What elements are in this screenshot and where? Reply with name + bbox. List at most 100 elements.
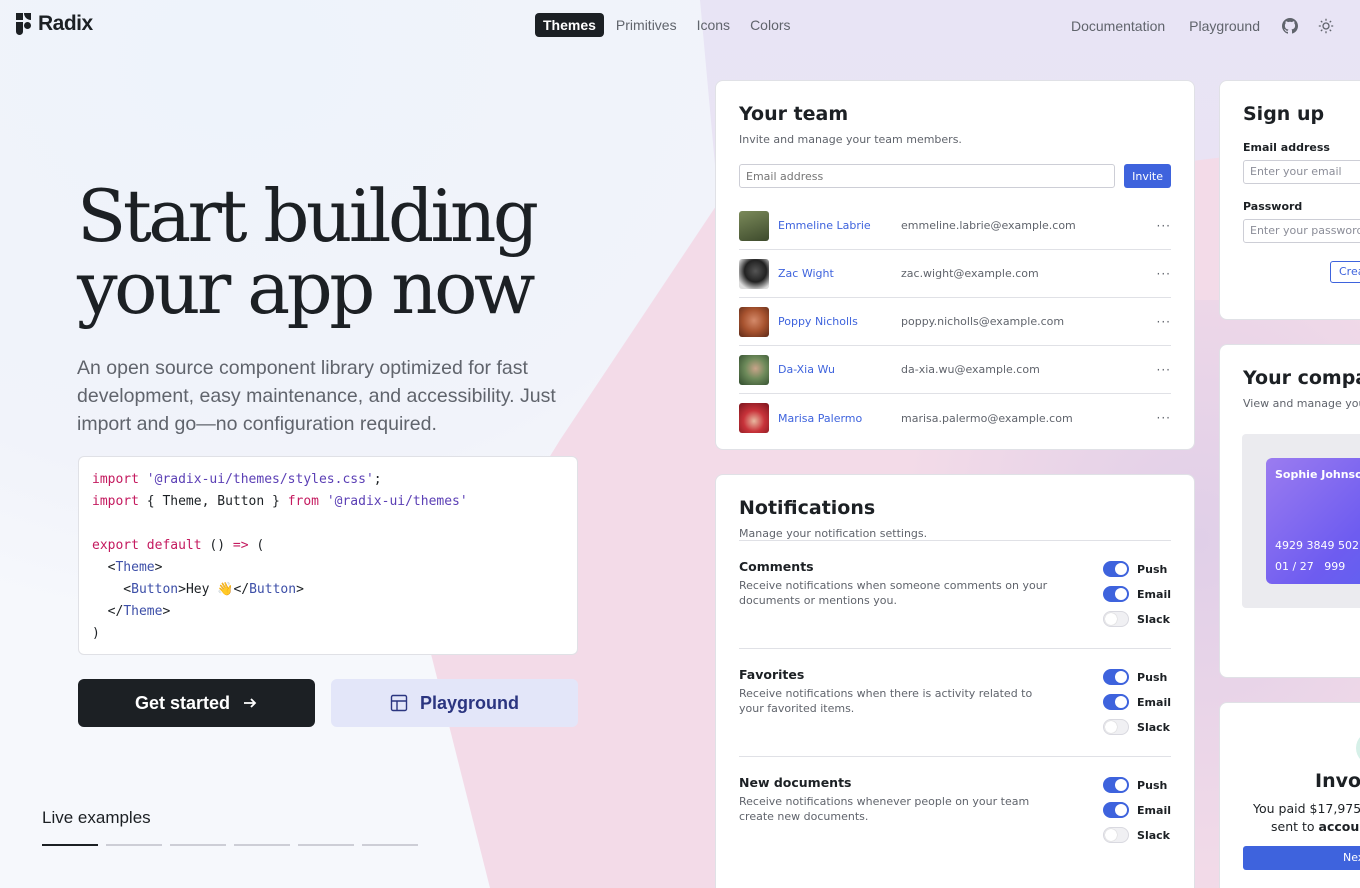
more-icon[interactable]: ···	[1157, 363, 1171, 377]
avatar	[739, 306, 769, 337]
member-email: marisa.palermo@example.com	[901, 411, 1073, 425]
live-tab[interactable]	[106, 844, 162, 846]
member-row: Zac Wight zac.wight@example.com ···	[739, 250, 1171, 298]
secondary-nav: Documentation Playground	[1059, 13, 1344, 39]
email-label: Email address	[1243, 141, 1330, 154]
invoice-title: Invoi	[1315, 770, 1360, 792]
email-toggle[interactable]	[1103, 694, 1130, 710]
next-button[interactable]: Nex	[1243, 846, 1360, 870]
live-tab[interactable]	[362, 844, 418, 846]
email-toggle[interactable]	[1103, 802, 1130, 818]
section-title: Comments	[739, 559, 814, 574]
slack-label: Slack	[1137, 828, 1170, 842]
live-tab[interactable]	[234, 844, 290, 846]
radix-logo-icon	[16, 13, 32, 35]
brand-name: Radix	[38, 12, 93, 35]
member-name[interactable]: Da-Xia Wu	[778, 363, 901, 376]
card-number: 4929 3849 5027	[1275, 539, 1360, 552]
live-tab[interactable]	[298, 844, 354, 846]
slack-toggle[interactable]	[1103, 611, 1130, 627]
slack-label: Slack	[1137, 612, 1170, 626]
credit-card[interactable]: Sophie Johnson 4929 3849 5027 01 / 27 99…	[1266, 458, 1360, 584]
member-name[interactable]: Zac Wight	[778, 267, 901, 280]
card-expiry-cvc: 01 / 27 999	[1275, 560, 1346, 573]
grid-icon	[390, 694, 408, 712]
notifications-title: Notifications	[739, 497, 876, 519]
get-started-button[interactable]: Get started	[78, 679, 315, 727]
company-title: Your compa	[1243, 367, 1360, 389]
slack-toggle[interactable]	[1103, 719, 1130, 735]
notifications-subtitle: Manage your notification settings.	[739, 527, 928, 540]
signup-email-input[interactable]: Enter your email	[1243, 160, 1360, 184]
team-card: Your team Invite and manage your team me…	[715, 80, 1195, 450]
arrow-right-icon	[244, 698, 257, 708]
documentation-link[interactable]: Documentation	[1059, 14, 1177, 38]
credit-card-area: Sophie Johnson 4929 3849 5027 01 / 27 99…	[1242, 434, 1360, 608]
member-name[interactable]: Emmeline Labrie	[778, 219, 901, 232]
section-description: Receive notifications when there is acti…	[739, 687, 1033, 715]
push-label: Push	[1137, 670, 1168, 684]
invoice-message: You paid $17,975. sent to account	[1253, 801, 1360, 834]
slack-toggle[interactable]	[1103, 827, 1130, 843]
hero-title: Start building your app now	[77, 174, 539, 330]
member-name[interactable]: Marisa Palermo	[778, 412, 901, 425]
playground-label: Playground	[419, 692, 519, 713]
member-email: poppy.nicholls@example.com	[901, 315, 1065, 328]
more-icon[interactable]: ···	[1157, 315, 1171, 329]
member-row: Poppy Nicholls poppy.nicholls@example.co…	[739, 298, 1171, 346]
success-icon	[1356, 731, 1360, 765]
live-examples-title: Live examples	[42, 808, 151, 827]
push-toggle[interactable]	[1103, 561, 1130, 577]
email-label: Email	[1137, 803, 1171, 817]
email-toggle[interactable]	[1103, 586, 1130, 602]
member-name[interactable]: Poppy Nicholls	[778, 315, 901, 328]
push-toggle[interactable]	[1103, 777, 1130, 793]
notification-section-favorites: Favorites Receive notifications when the…	[739, 648, 1171, 756]
theme-toggle-sun-icon[interactable]	[1308, 13, 1344, 39]
email-label: Email	[1137, 587, 1171, 601]
section-description: Receive notifications whenever people on…	[739, 795, 1030, 823]
get-started-label: Get started	[134, 692, 231, 713]
live-examples-tabs	[42, 844, 418, 846]
card-holder: Sophie Johnson	[1275, 468, 1360, 481]
push-label: Push	[1137, 778, 1168, 792]
member-row: Da-Xia Wu da-xia.wu@example.com ···	[739, 346, 1171, 394]
notification-section-comments: Comments Receive notifications when some…	[739, 540, 1171, 648]
team-title: Your team	[739, 103, 849, 125]
more-icon[interactable]: ···	[1157, 411, 1171, 425]
playground-button[interactable]: Playground	[331, 679, 578, 727]
primary-nav: Themes Primitives Icons Colors	[535, 13, 799, 37]
notification-section-new-documents: New documents Receive notifications when…	[739, 756, 1171, 864]
company-subtitle: View and manage you	[1243, 397, 1360, 410]
tab-primitives[interactable]: Primitives	[608, 13, 685, 37]
signup-password-input[interactable]: Enter your password	[1243, 219, 1360, 243]
avatar	[739, 354, 769, 385]
tab-themes[interactable]: Themes	[535, 13, 604, 37]
tab-colors[interactable]: Colors	[742, 13, 798, 37]
signup-card: Sign up Email address Enter your email P…	[1219, 80, 1360, 320]
team-subtitle: Invite and manage your team members.	[739, 133, 962, 146]
push-toggle[interactable]	[1103, 669, 1130, 685]
live-examples: Live examples	[42, 808, 418, 846]
live-tab[interactable]	[42, 844, 98, 846]
avatar	[739, 210, 769, 241]
live-tab[interactable]	[170, 844, 226, 846]
section-description: Receive notifications when someone comme…	[739, 579, 1048, 607]
member-row: Emmeline Labrie emmeline.labrie@example.…	[739, 202, 1171, 250]
avatar	[739, 258, 769, 289]
radix-logo[interactable]: Radix	[16, 12, 93, 36]
tab-icons[interactable]: Icons	[689, 13, 738, 37]
github-icon[interactable]	[1272, 13, 1308, 39]
member-list: Emmeline Labrie emmeline.labrie@example.…	[739, 202, 1171, 442]
push-label: Push	[1137, 562, 1168, 576]
playground-link[interactable]: Playground	[1177, 14, 1272, 38]
notifications-card: Notifications Manage your notification s…	[715, 474, 1195, 888]
more-icon[interactable]: ···	[1157, 267, 1171, 281]
section-title: New documents	[739, 775, 852, 790]
slack-label: Slack	[1137, 720, 1170, 734]
invite-email-input[interactable]	[739, 164, 1116, 188]
create-account-button[interactable]: Crea	[1330, 261, 1360, 283]
company-card: Your compa View and manage you Sophie Jo…	[1219, 344, 1360, 678]
invite-button[interactable]: Invite	[1124, 164, 1171, 188]
more-icon[interactable]: ···	[1157, 219, 1171, 233]
